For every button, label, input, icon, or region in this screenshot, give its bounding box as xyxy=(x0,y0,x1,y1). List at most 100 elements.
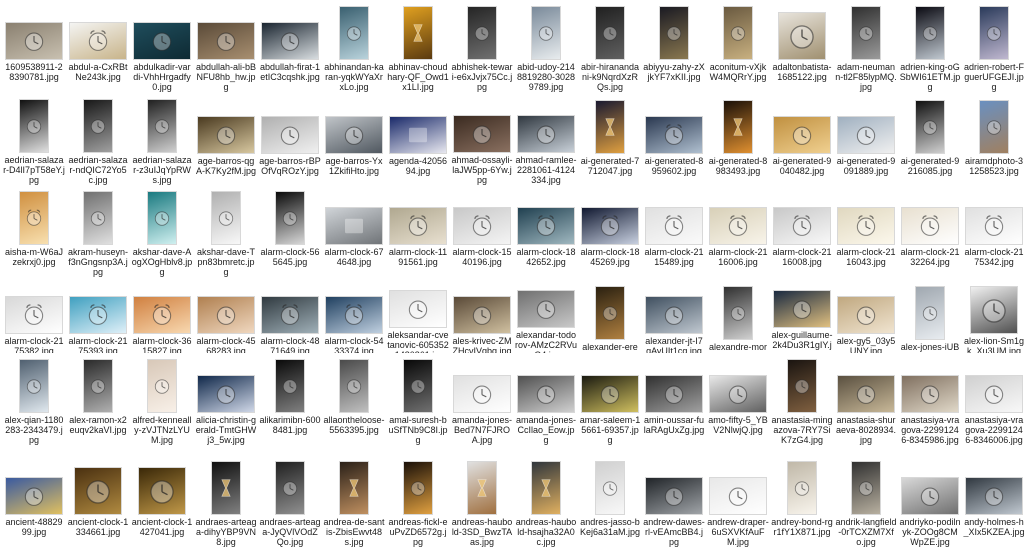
file-item[interactable]: abdul-a-CxRBtNe243k.jpg xyxy=(66,0,130,94)
file-item[interactable]: anastasia-shuraeva-8028934.jpg xyxy=(834,353,898,455)
file-item[interactable]: ahmad-ossayli-laJW5pp-6Yw.jpg xyxy=(450,94,514,185)
file-item[interactable]: alex-jones-iUBsYaUIbXs.jpg xyxy=(898,282,962,353)
file-item[interactable]: alfred-kenneally-zVJTNzLYUM.jpg xyxy=(130,353,194,455)
file-item[interactable]: alarm-clock-1191561.jpg xyxy=(386,185,450,282)
file-item[interactable]: adrien-robert-FguerUFGEJI.jpg xyxy=(962,0,1024,94)
file-item[interactable]: alicia-christin-gerald-TmtGHWj3_5w.jpg xyxy=(194,353,258,455)
file-item[interactable]: ai-generated-9216085.jpg xyxy=(898,94,962,185)
file-item[interactable]: abdullah-ali-bBNFU8hb_hw.jpg xyxy=(194,0,258,94)
file-item[interactable]: alarm-clock-2116008.jpg xyxy=(770,185,834,282)
file-item[interactable]: ai-generated-8983493.jpg xyxy=(706,94,770,185)
file-name: andrik-langfield-0rTCXZM7Xfo.jpg xyxy=(835,517,897,547)
file-item[interactable]: anastasiya-vragova-22991246-8345986.jpg xyxy=(898,353,962,455)
file-item[interactable]: alarm-clock-3615827.jpg xyxy=(130,282,194,353)
file-item[interactable]: ahmad-ramlee-2281061-4124334.jpg xyxy=(514,94,578,185)
file-item[interactable]: andrew-dawes-rl-vEAmcBB4.jpg xyxy=(642,455,706,548)
file-item[interactable]: alarm-clock-2116006.jpg xyxy=(706,185,770,282)
file-item[interactable]: akshar-dave-Tpn83bmretc.jpg xyxy=(194,185,258,282)
file-item[interactable]: abid-udoy-2148819280-30289789.jpg xyxy=(514,0,578,94)
file-item[interactable]: alarm-clock-1842652.jpg xyxy=(514,185,578,282)
file-item[interactable]: alarm-clock-1540196.jpg xyxy=(450,185,514,282)
file-item[interactable]: alarm-clock-2116043.jpg xyxy=(834,185,898,282)
file-item[interactable]: andres-jasso-bKej6a31aM.jpg xyxy=(578,455,642,548)
file-item[interactable]: akram-huseyn-f3nGngsnp3A.jpg xyxy=(66,185,130,282)
file-item[interactable]: agenda-4205694.jpg xyxy=(386,94,450,185)
file-item[interactable]: ancient-clock-1334661.jpg xyxy=(66,455,130,548)
file-item[interactable]: aedrian-salazar-z3uIJqYpRWs.jpg xyxy=(130,94,194,185)
file-item[interactable]: alarm-clock-2175382.jpg xyxy=(2,282,66,353)
file-item[interactable]: amin-oussar-fulaRAgUxZg.jpg xyxy=(642,353,706,455)
file-item[interactable]: ancient-4882999.jpg xyxy=(2,455,66,548)
file-item[interactable]: alex-gy5_03y5UNY.jpg xyxy=(834,282,898,353)
file-item[interactable]: amo-fifty-5_YBV2NlwjQ.jpg xyxy=(706,353,770,455)
file-item[interactable]: anastasia-mingazova-7RY7SiK7zG4.jpg xyxy=(770,353,834,455)
file-item[interactable]: alarm-clock-565645.jpg xyxy=(258,185,322,282)
file-item[interactable]: aedrian-salazar-D4lI7pT58eY.jpg xyxy=(2,94,66,185)
file-item[interactable]: andriyko-podilnyk-ZOOg8CMWpZE.jpg xyxy=(898,455,962,548)
file-item[interactable]: abhishek-tewari-e6xJvjx75Cc.jpg xyxy=(450,0,514,94)
file-item[interactable]: alex-qian-1180283-2343479.jpg xyxy=(2,353,66,455)
file-item[interactable]: andraes-arteaga-JyQVlVOdZQo.jpg xyxy=(258,455,322,548)
file-item[interactable]: alarm-clock-674648.jpg xyxy=(322,185,386,282)
file-item[interactable]: andrew-draper-6uSXVKfAuFM.jpg xyxy=(706,455,770,548)
file-item[interactable]: aconitum-vXjkW4MQRrY.jpg xyxy=(706,0,770,94)
file-item[interactable]: andreas-haubold-hsajha32A0c.jpg xyxy=(514,455,578,548)
file-item[interactable]: abdullah-firat-1etIC3cqshk.jpg xyxy=(258,0,322,94)
file-item[interactable]: alexandre-moreira-2527876-26966625.jpg xyxy=(706,282,770,353)
file-item[interactable]: anastasiya-vragova-22991246-8346006.jpg xyxy=(962,353,1024,455)
file-item[interactable]: alexandar-todorov-AMzC2RVurO4.jpg xyxy=(514,282,578,353)
file-item[interactable]: ai-generated-9040482.jpg xyxy=(770,94,834,185)
file-item[interactable]: age-barros-Yx1ZkifiHto.jpg xyxy=(322,94,386,185)
file-item[interactable]: ales-krivec-ZMZHcvIVgbg.jpg xyxy=(450,282,514,353)
file-item[interactable]: abhinandan-karan-yqkWYaXrxLo.jpg xyxy=(322,0,386,94)
file-item[interactable]: alarm-clock-1845269.jpg xyxy=(578,185,642,282)
file-item[interactable]: airamdphoto-31258523.jpg xyxy=(962,94,1024,185)
file-name: ai-generated-9040482.jpg xyxy=(772,156,832,176)
file-item[interactable]: abdulkadir-vardi-VhhHrgadfy0.jpg xyxy=(130,0,194,94)
file-item[interactable]: alex-ramon-x2euqv2kaVI.jpg xyxy=(66,353,130,455)
file-item[interactable]: andreas-fickl-euPvZD6572g.jpg xyxy=(386,455,450,548)
file-item[interactable]: ai-generated-9091889.jpg xyxy=(834,94,898,185)
file-item[interactable]: adrien-king-oGSbWI61ETM.jpg xyxy=(898,0,962,94)
file-item[interactable]: andreas-haubold-3SD_BwzTAas.jpg xyxy=(450,455,514,548)
file-item[interactable]: alex-guillaume-2k4Du3R1gIY.jpg xyxy=(770,282,834,353)
file-item[interactable]: aedrian-salazar-ndQIC72Yo5c.jpg xyxy=(66,94,130,185)
file-item[interactable]: alexander-eremin-QKMsuM7AHBo.jpg xyxy=(578,282,642,353)
file-item[interactable]: amanda-jones-CcIlao_Eow.jpg xyxy=(514,353,578,455)
file-item[interactable]: amanda-jones-Bed7N7FJROA.jpg xyxy=(450,353,514,455)
file-item[interactable]: adam-neumann-tl2F85lypMQ.jpg xyxy=(834,0,898,94)
file-item[interactable]: amar-saleem-15661-69357.jpg xyxy=(578,353,642,455)
file-item[interactable]: 1609538911-28390781.jpg xyxy=(2,0,66,94)
file-item[interactable]: age-barros-qgA-K7Ky2fM.jpg xyxy=(194,94,258,185)
file-item[interactable]: abhinav-choudhary-QF_Owd1x1LI.jpg xyxy=(386,0,450,94)
file-item[interactable]: ai-generated-7712047.jpg xyxy=(578,94,642,185)
file-item[interactable]: andrey-bond-rgr1fY1X871.jpg xyxy=(770,455,834,548)
clock-thumbnail-icon xyxy=(147,359,177,413)
file-item[interactable]: aisha-m-W6aJzekrxj0.jpg xyxy=(2,185,66,282)
file-item[interactable]: aleksandar-cvetanovic-605352-1480861.jpg xyxy=(386,282,450,353)
file-item[interactable]: alarm-clock-2115489.jpg xyxy=(642,185,706,282)
file-item[interactable]: alarm-clock-4568283.jpg xyxy=(194,282,258,353)
file-item[interactable]: amal-suresh-buSfTNb9C8I.jpg xyxy=(386,353,450,455)
file-item[interactable]: alexander-jt-I7gAyUIt1cg.jpg xyxy=(642,282,706,353)
file-item[interactable]: andrik-langfield-0rTCXZM7Xfo.jpg xyxy=(834,455,898,548)
file-item[interactable]: alarm-clock-4871649.jpg xyxy=(258,282,322,353)
file-item[interactable]: andraes-arteaga-dihyYBP9VN8.jpg xyxy=(194,455,258,548)
file-item[interactable]: andy-holmes-h_XIx5KZEA.jpg xyxy=(962,455,1024,548)
file-item[interactable]: allaontheloose-5563395.jpg xyxy=(322,353,386,455)
file-item[interactable]: akshar-dave-AogXOgHblv8.jpg xyxy=(130,185,194,282)
file-item[interactable]: alarm-clock-2175342.jpg xyxy=(962,185,1024,282)
file-item[interactable]: ancient-clock-1427041.jpg xyxy=(130,455,194,548)
file-item[interactable]: andrea-de-santis-ZbisEwvt48s.jpg xyxy=(322,455,386,548)
clock-thumbnail-icon xyxy=(453,375,511,413)
file-item[interactable]: abiyyu-zahy-zXjkYF7xKII.jpg xyxy=(642,0,706,94)
file-item[interactable]: alarm-clock-2175393.jpg xyxy=(66,282,130,353)
file-item[interactable]: alikarimibn-6008481.jpg xyxy=(258,353,322,455)
file-item[interactable]: alarm-clock-5433374.jpg xyxy=(322,282,386,353)
file-item[interactable]: abir-hiranandani-k9NqrdXzRQs.jpg xyxy=(578,0,642,94)
file-item[interactable]: adaltonbatista-1685122.jpg xyxy=(770,0,834,94)
file-item[interactable]: alarm-clock-2132264.jpg xyxy=(898,185,962,282)
file-item[interactable]: alex-lion-Sm1gk_Xu3UM.jpg xyxy=(962,282,1024,353)
file-item[interactable]: age-barros-rBPOfVqROzY.jpg xyxy=(258,94,322,185)
file-item[interactable]: ai-generated-8959602.jpg xyxy=(642,94,706,185)
